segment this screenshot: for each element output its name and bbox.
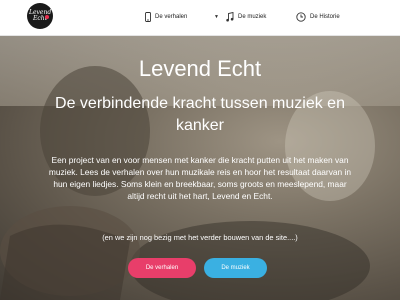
page-subtitle: De verbindende kracht tussen muziek en k…	[55, 95, 345, 134]
page-title: Levend Echt	[138, 56, 262, 81]
phone-icon	[145, 12, 151, 22]
nav-item-historie[interactable]: De Historie	[296, 9, 340, 25]
nav-item-label: De muziek	[238, 14, 267, 20]
verhalen-button[interactable]: De verhalen	[128, 258, 196, 278]
muziek-button[interactable]: De muziek	[204, 258, 267, 278]
levend-echt-logo[interactable]: Levend Echt	[27, 3, 53, 29]
nav-item-verhalen[interactable]: De verhalen	[145, 9, 187, 25]
intro-text: Een project van en voor mensen met kanke…	[48, 155, 352, 201]
nav-item-label: De verhalen	[155, 14, 188, 20]
nav-item-label: De Historie	[310, 14, 340, 20]
hero-section: Levend Echt De verbindende kracht tussen…	[0, 36, 400, 300]
top-navbar: Levend Echt De verhalen ▼ De muziek De H…	[0, 0, 400, 36]
chevron-down-icon[interactable]: ▼	[214, 14, 219, 20]
music-note-icon	[226, 12, 234, 22]
clock-icon	[296, 12, 306, 22]
logo-dot	[45, 15, 49, 19]
nav-item-muziek[interactable]: De muziek	[226, 9, 266, 25]
construction-note: (en we zijn nog bezig met het verder bou…	[102, 233, 298, 242]
